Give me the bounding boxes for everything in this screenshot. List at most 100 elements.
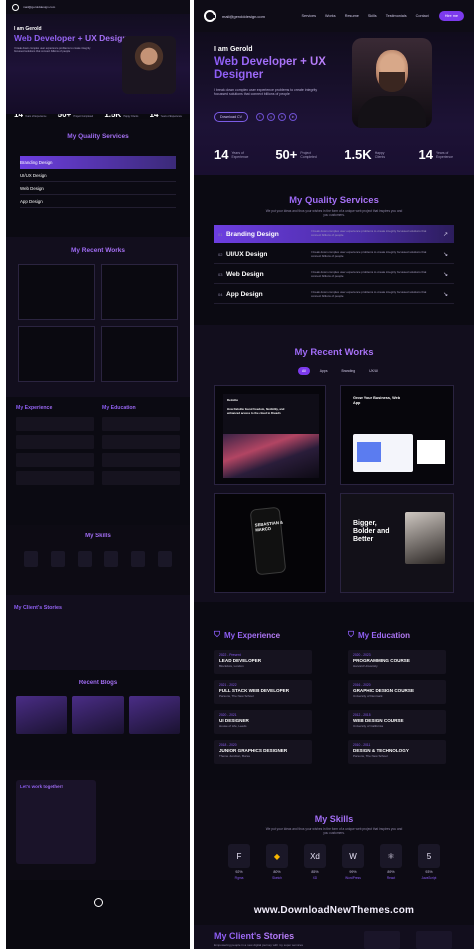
overview-work-card[interactable] <box>18 326 95 382</box>
overview-exp-item <box>16 417 94 431</box>
work-card-text: Bigger, Bolder and Better <box>353 520 390 543</box>
nav-email[interactable]: mail@gerolddesign.com <box>222 14 265 19</box>
filter-branding[interactable]: Branding <box>338 367 360 375</box>
overview-blog-card[interactable] <box>128 696 180 734</box>
overview-services-title: My Quality Services <box>6 133 190 140</box>
skills-subtitle: We put your ideas and thus your wishes i… <box>265 827 403 835</box>
overview-skill-icon <box>50 551 65 567</box>
graduation-icon: ⛉ <box>214 630 220 639</box>
filter-apps[interactable]: Apps <box>316 367 332 375</box>
work-card-text: How Deloitte found freedom, flexibility,… <box>227 407 285 415</box>
education-item: 2012 - 2015 WEB DESIGN COURSE University o… <box>348 710 446 734</box>
page-overview-thumbnail: mail@gerolddesign.com I am Gerold Web De… <box>6 0 190 949</box>
experience-item: 2022 - Present LEAD DEVELOPER Blockdots, L… <box>214 650 312 674</box>
twitter-icon[interactable]: t <box>256 113 264 121</box>
overview-exp-item <box>16 471 94 485</box>
dribbble-icon[interactable]: ◎ <box>267 113 275 121</box>
nav-link-skills[interactable]: Skills <box>368 14 377 18</box>
logo-icon <box>12 3 19 11</box>
overview-work-card[interactable] <box>101 326 178 382</box>
book-icon: ⛉ <box>348 630 354 639</box>
xd-icon: Xd <box>304 844 326 868</box>
work-card-bigger[interactable]: Bigger, Bolder and Better <box>340 493 454 593</box>
filter-uxui[interactable]: UX/UI <box>365 367 382 375</box>
arrow-down-right-icon: ↘ <box>442 272 448 278</box>
stat-projects: 50+ Project Completed <box>275 147 317 162</box>
overview-service-row[interactable]: Branding Design <box>20 156 176 169</box>
works-filters: All Apps Branding UX/UI <box>298 367 382 375</box>
overview-service-row[interactable]: UI/UX Design <box>20 169 176 182</box>
overview-contact-form: Let's work together! <box>16 780 96 864</box>
resume-section: ⛉ My Experience ⛉ My Education 2022 - Pr… <box>194 602 474 790</box>
download-cv-button[interactable]: Download CV <box>214 112 248 122</box>
services-section: My Quality Services We put your ideas an… <box>194 175 474 325</box>
overview-exp-item <box>16 435 94 449</box>
service-item-branding[interactable]: 01 Branding Design I break down complex … <box>214 225 454 243</box>
nav-link-works[interactable]: Works <box>325 14 336 18</box>
overview-edu-item <box>102 435 180 449</box>
overview-exp-item <box>16 453 94 467</box>
service-item-web[interactable]: 03 Web Design I break down complex user … <box>214 266 454 284</box>
filter-all[interactable]: All <box>298 367 310 375</box>
work-card-business[interactable]: Grow Your Business, Web App <box>340 385 454 485</box>
overview-work-card[interactable] <box>101 264 178 320</box>
testimonial-card[interactable] <box>364 931 400 949</box>
hire-me-button[interactable]: Hire me <box>438 11 464 21</box>
education-item: 2020 - 2023 PROGRAMMING COURSE Harvard Uni… <box>348 650 446 674</box>
skill-xd: Xd 85% XD <box>304 844 326 880</box>
work-card-brand: Deloitte <box>227 398 239 402</box>
overview-email: mail@gerolddesign.com <box>23 5 56 9</box>
overview-skills: My Skills <box>6 525 190 595</box>
overview-blog-card[interactable] <box>16 696 68 734</box>
overview-edu-item <box>102 453 180 467</box>
overview-work-card[interactable] <box>18 264 95 320</box>
work-card-deloitte[interactable]: Deloitte How Deloitte found freedom, fle… <box>214 385 326 485</box>
service-item-uiux[interactable]: 02 UI/UX Design I break down complex use… <box>214 246 454 264</box>
linkedin-icon[interactable]: in <box>289 113 297 121</box>
nav-link-resume[interactable]: Resume <box>345 14 359 18</box>
overview-stories-title: My Client's Stories <box>14 605 182 611</box>
overview-greeting: I am Gerold <box>14 26 42 32</box>
overview-blog-card[interactable] <box>72 696 124 734</box>
overview-hero: I am Gerold Web Developer + UX Designer … <box>6 14 190 114</box>
sketch-icon: ◆ <box>266 844 288 868</box>
nav-link-testimonials[interactable]: Testimonials <box>386 14 407 18</box>
overview-service-row[interactable]: Web Design <box>20 182 176 195</box>
logo-icon[interactable] <box>204 10 216 22</box>
arrow-up-right-icon: ↗ <box>442 231 448 238</box>
overview-hero-desc: I break down complex user experience pro… <box>14 47 91 54</box>
nav-link-services[interactable]: Services <box>301 14 316 18</box>
education-item: 2010 - 2011 DESIGN & TECHNOLOGY Parsons, T… <box>348 740 446 764</box>
behance-icon[interactable]: b <box>278 113 286 121</box>
overview-contact: Let's work together! <box>6 770 190 880</box>
overview-experience-title: My Experience <box>16 405 94 411</box>
overview-blogs: Recent Blogs <box>6 670 190 770</box>
watermark-text: www.DownloadNewThemes.com <box>194 895 474 925</box>
stat-clients: 1.5K Happy Clients <box>344 147 386 162</box>
experience-heading: ⛉ My Experience <box>214 630 281 640</box>
stories-title: My Client's Stories <box>214 931 295 941</box>
stat-experience-2: 14 Years of Experience <box>418 147 453 162</box>
testimonial-card[interactable] <box>416 931 452 949</box>
experience-item: 2020 - 2021 UI DESIGNER House of Life, Lee… <box>214 710 312 734</box>
work-card-phone[interactable]: SEBASTIAN & MARCO <box>214 493 326 593</box>
overview-skill-icon <box>157 551 172 567</box>
overview-skill-icon <box>77 551 92 567</box>
html5-icon: 5 <box>418 844 440 868</box>
overview-service-row[interactable]: App Design <box>20 195 176 208</box>
work-card-text: Grow Your Business, Web App <box>353 396 401 405</box>
overview-stories: My Client's Stories <box>6 595 190 670</box>
overview-services: My Quality Services Branding Design UI/U… <box>6 119 190 237</box>
react-icon: ⚛ <box>380 844 402 868</box>
skill-sketch: ◆ 80% Sketch <box>266 844 288 880</box>
overview-footer <box>6 880 190 924</box>
education-item: 2016 - 2020 GRAPHIC DESIGN COURSE Universi… <box>348 680 446 704</box>
education-heading: ⛉ My Education <box>348 630 411 640</box>
hero-stats: 14 Years of Experience 50+ Project Complet… <box>214 147 454 162</box>
skill-javascript: 5 93% JavaScript <box>418 844 440 880</box>
service-item-app[interactable]: 04 App Design I break down complex user … <box>214 286 454 304</box>
top-navbar: mail@gerolddesign.com Services Works Res… <box>194 0 474 32</box>
skill-react: ⚛ 89% React <box>380 844 402 880</box>
nav-links: Services Works Resume Skills Testimonial… <box>301 14 428 18</box>
nav-link-contact[interactable]: Contact <box>416 14 429 18</box>
